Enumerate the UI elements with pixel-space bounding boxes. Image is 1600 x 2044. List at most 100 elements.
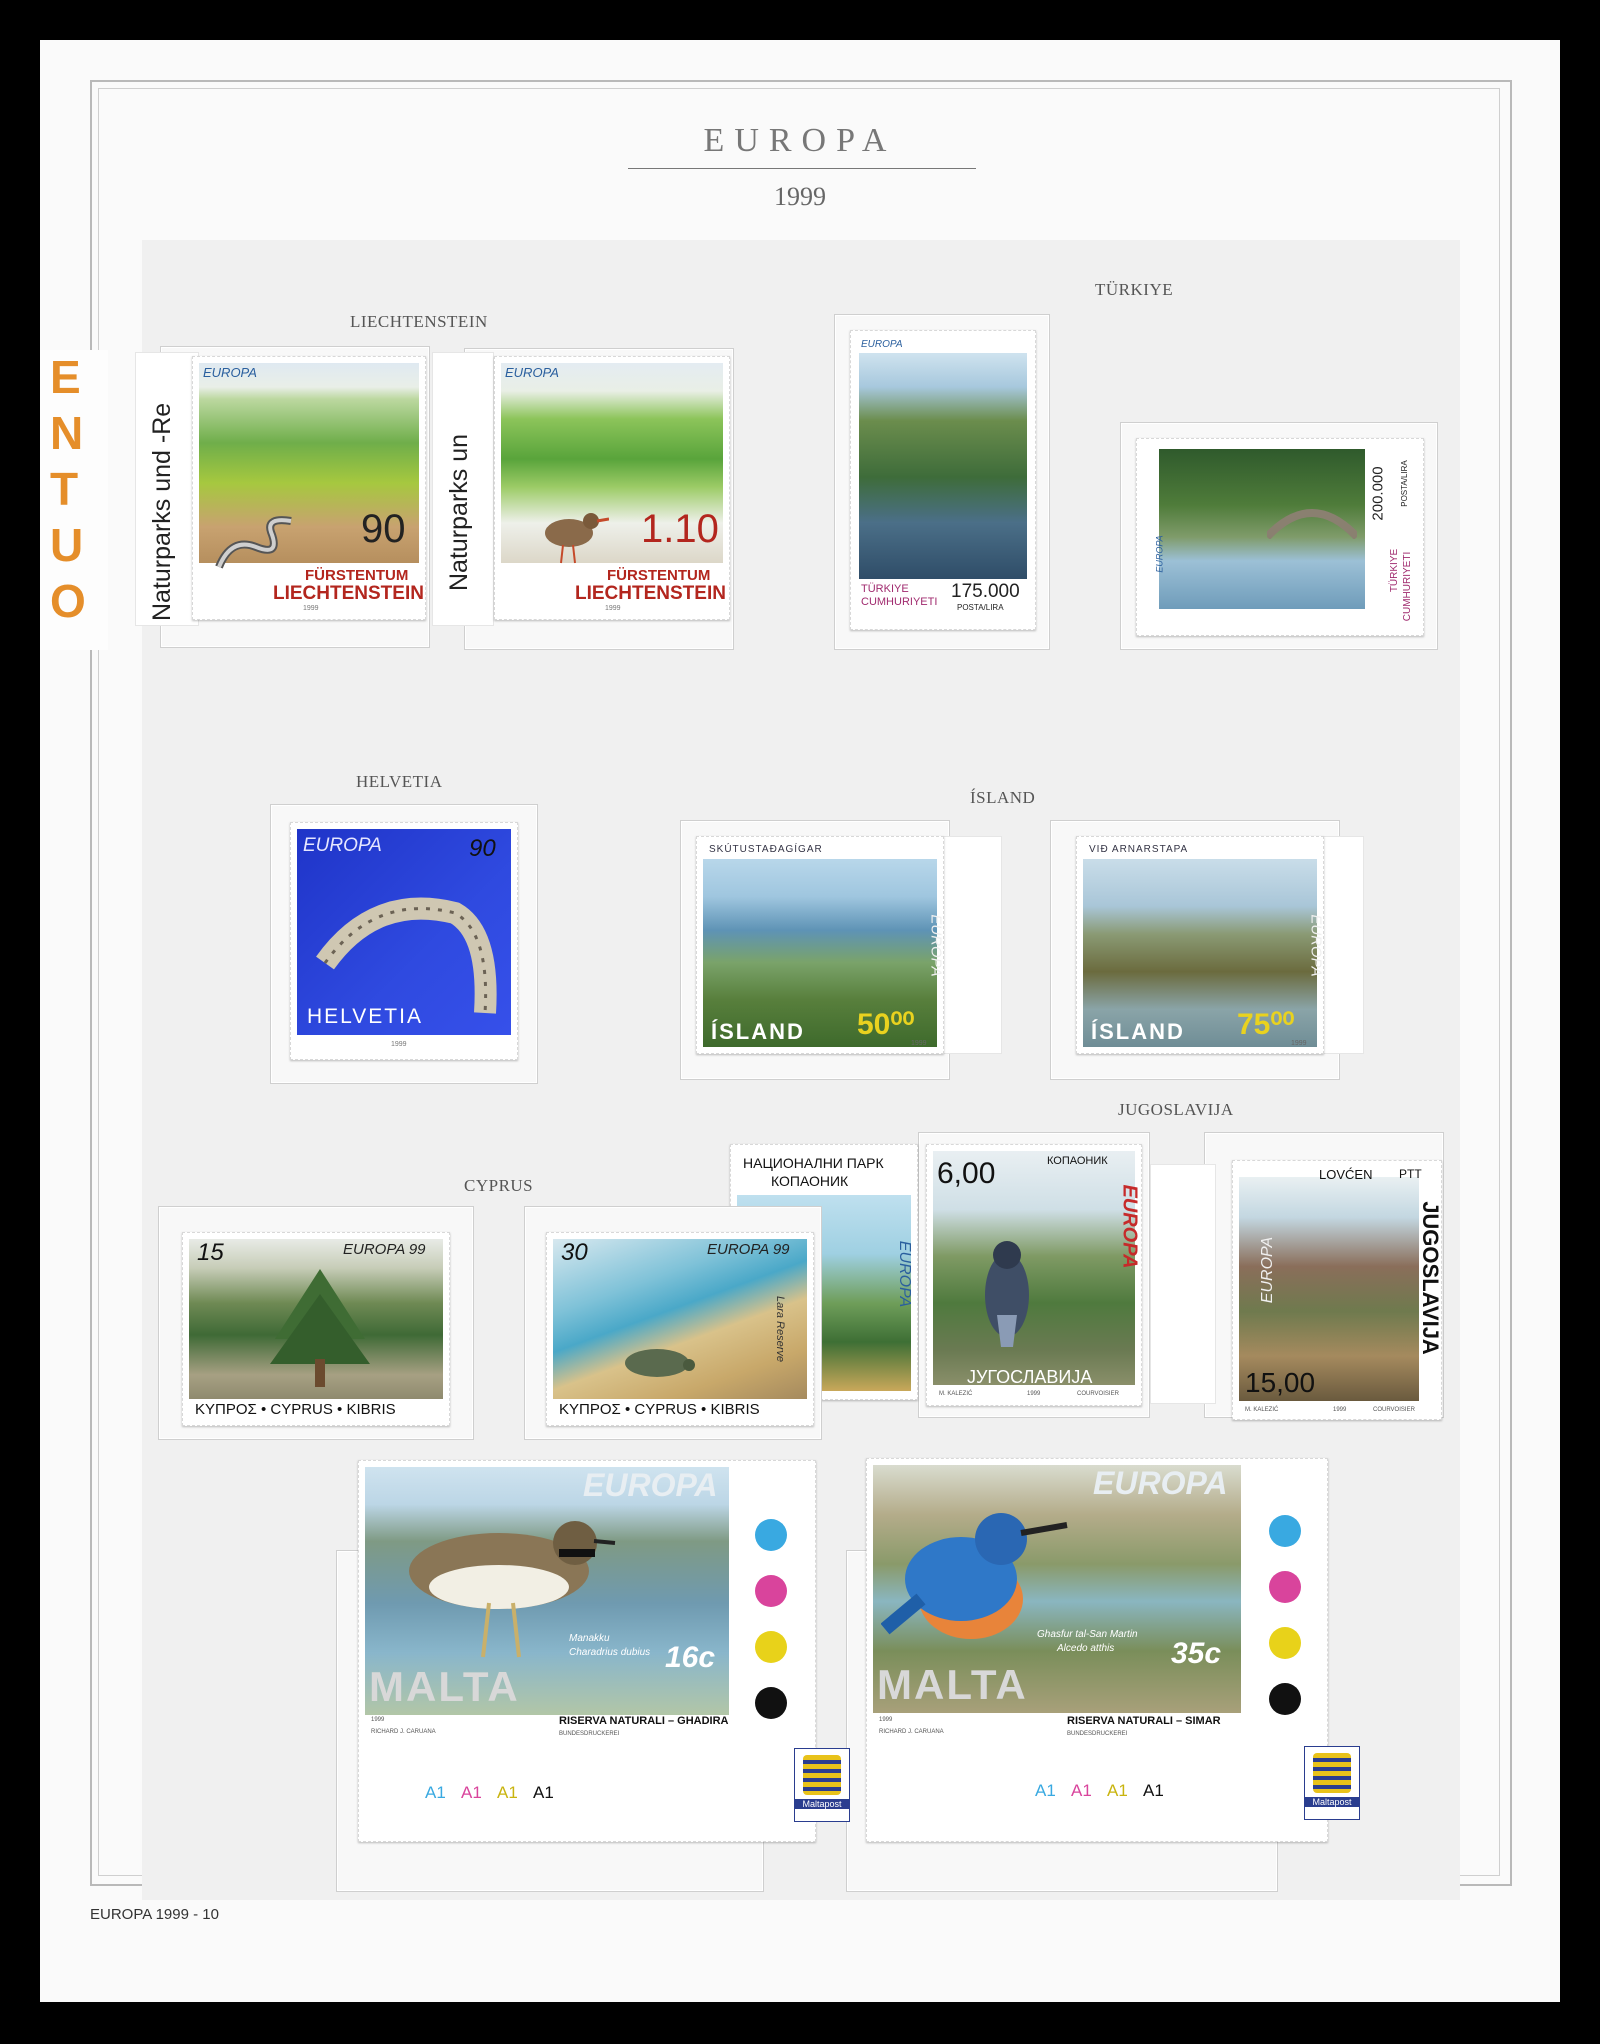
sheet-margin — [1150, 1164, 1216, 1404]
maltapost-logo-text: Maltapost — [1305, 1797, 1359, 1807]
stamp-title: КОПАОНИК — [1047, 1155, 1108, 1167]
maltapost-logo: Maltapost — [794, 1748, 850, 1822]
stamp-value: 30 — [561, 1239, 588, 1266]
plate-dot-magenta — [1269, 1571, 1301, 1603]
snake-illustration — [215, 516, 292, 569]
stamp-liechtenstein-110: EUROPA 1.10 FÜRSTENTUM LIECHTENSTEIN 199… — [494, 356, 730, 620]
plate-number-cyan: A1 — [1035, 1781, 1056, 1800]
kingfisher-illustration — [881, 1513, 1068, 1639]
stamp-country: ЈУГОСЛАВИЈА — [967, 1367, 1093, 1387]
strip-letter: N — [50, 407, 84, 459]
stamp-country: ΚΥΠΡΟΣ • CYPRUS • KIBRIS — [559, 1401, 760, 1418]
stamp-europa-label: EUROPA — [927, 914, 944, 977]
stamp-country-line1: FÜRSTENTUM — [305, 567, 409, 584]
sheet-margin — [940, 836, 1002, 1054]
stamp-year: 1999 — [879, 1717, 893, 1723]
stamp-value: 90 — [361, 507, 406, 551]
selvedge-strip: E N T U O — [40, 350, 108, 650]
plate-number-cyan: A1 — [425, 1783, 446, 1802]
bird-illustration — [545, 513, 609, 564]
stamp-designer: RICHARD J. CARUANA — [371, 1729, 436, 1735]
turtle-illustration — [625, 1349, 695, 1377]
stamp-printer: COURVOISIER — [1077, 1391, 1119, 1397]
stamp-year: 1999 — [371, 1717, 385, 1723]
stamp-country: ÍSLAND — [1091, 1019, 1185, 1044]
stamp-value: 15,00 — [1245, 1367, 1316, 1398]
stamp-artwork — [859, 353, 1027, 579]
stamp-country: MALTA — [877, 1661, 1028, 1708]
stamp-place-label: SKÚTUSTAÐAGÍGAR — [709, 844, 823, 855]
stamp-reserve-label: Lara Reserve — [774, 1295, 787, 1363]
stamp-species-maltese: Manakku — [569, 1633, 610, 1644]
stamp-title: НАЦИОНАЛНИ ПАРК — [743, 1155, 884, 1171]
stamp-country-line2: CUMHURIYETI — [1402, 551, 1414, 622]
stamp-subtitle: КОПАОНИК — [771, 1173, 849, 1189]
stamp-europa-label: EUROPA 99 — [343, 1241, 426, 1258]
plate-number-yellow: A1 — [497, 1783, 518, 1802]
stamp-place-label: VIÐ ARNARSTAPA — [1089, 844, 1189, 855]
stamp-malta-16c: EUROPA Manakku Charadrius dubius 16c MAL… — [358, 1460, 816, 1842]
stamp-designer: M. KALEZIĆ — [1245, 1407, 1279, 1413]
strip-letter: U — [50, 519, 84, 571]
stamp-country: ÍSLAND — [711, 1019, 805, 1044]
stamp-year: 1999 — [391, 1041, 407, 1048]
stamp-turkiye-200000: EUROPA 200.000 POSTA/LIRA TÜRKIYE CUMHUR… — [1136, 438, 1424, 636]
stamp-cyprus-15: 15 EUROPA 99 ΚΥΠΡΟΣ • CYPRUS • KIBRIS — [182, 1232, 450, 1426]
stamp-reserve-label: RISERVA NATURALI – SIMAR — [1067, 1715, 1221, 1727]
cedar-tree-illustration — [270, 1269, 370, 1387]
plate-dot-yellow — [1269, 1627, 1301, 1659]
stamp-value: 175.000 — [951, 581, 1020, 602]
stamp-country: JUGOSLAVIJA — [1417, 1201, 1442, 1355]
stamp-species-latin: Charadrius dubius — [569, 1647, 651, 1658]
page-footer: EUROPA 1999 - 10 — [90, 1906, 219, 1923]
stamp-country: MALTA — [369, 1663, 520, 1710]
stamp-species-maltese: Ghasfur tal-San Martin — [1037, 1629, 1138, 1640]
stamp-europa-label: EUROPA — [505, 365, 559, 380]
stamp-printer: BUNDESDRUCKEREI — [1067, 1731, 1128, 1737]
plate-dot-black — [1269, 1683, 1301, 1715]
stamp-country-line1: TÜRKIYE — [1389, 548, 1401, 593]
country-label-turkiye: TÜRKIYE — [1095, 280, 1174, 299]
strip-letter: T — [50, 463, 79, 515]
stamp-year: 1999 — [1333, 1407, 1347, 1413]
sheet-margin-text: Naturparks und -Re — [148, 402, 176, 621]
plate-dot-black — [755, 1687, 787, 1719]
maltapost-logo-text: Maltapost — [795, 1799, 849, 1809]
stamp-printer: COURVOISIER — [1373, 1407, 1415, 1413]
stamp-europa-label: EUROPA — [203, 365, 257, 380]
stamp-species-latin: Alcedo atthis — [1057, 1643, 1115, 1654]
country-label-liechtenstein: LIECHTENSTEIN — [350, 312, 488, 331]
country-label-helvetia: HELVETIA — [356, 772, 443, 791]
plate-number-black: A1 — [1143, 1781, 1164, 1800]
stamp-europa-label: EUROPA — [1093, 1465, 1228, 1501]
plate-number-black: A1 — [533, 1783, 554, 1802]
stamp-europa-label: EUROPA — [896, 1240, 914, 1308]
stamp-year: 1999 — [1291, 1040, 1307, 1047]
stamp-island-75: VIÐ ARNARSTAPA EUROPA ÍSLAND 75⁰⁰ 1999 — [1076, 836, 1324, 1054]
country-label-jugoslavija: JUGOSLAVIJA — [1118, 1100, 1234, 1119]
stamp-value-unit: POSTA/LIRA — [1399, 460, 1409, 507]
title-rule — [628, 168, 976, 169]
maltapost-logo: Maltapost — [1304, 1746, 1360, 1820]
plate-number-magenta: A1 — [461, 1783, 482, 1802]
plate-dot-magenta — [755, 1575, 787, 1607]
strip-letter: O — [50, 575, 86, 627]
stamp-europa-label: EUROPA — [861, 339, 903, 350]
page-title: EUROPA — [703, 122, 897, 159]
stamp-value: 50⁰⁰ — [857, 1008, 915, 1041]
stamp-europa-label: EUROPA 99 — [707, 1241, 790, 1258]
stamp-value: 35c — [1171, 1637, 1222, 1670]
stamp-value: 15 — [197, 1239, 224, 1266]
stamp-country: ΚΥΠΡΟΣ • CYPRUS • KIBRIS — [195, 1401, 396, 1418]
stamp-europa-label: EUROPA — [583, 1467, 718, 1503]
stamp-value: 1.10 — [641, 507, 719, 551]
plate-dot-yellow — [755, 1631, 787, 1663]
stamp-europa-label: EUROPA — [1118, 1184, 1141, 1269]
stamp-helvetia-90: EUROPA 90 HELVETIA 1999 — [290, 822, 518, 1060]
stamp-cyprus-30: 30 EUROPA 99 Lara Reserve ΚΥΠΡΟΣ • CYPRU… — [546, 1232, 814, 1426]
stamp-jugoslavija-600: 6,00 КОПАОНИК EUROPA ЈУГОСЛАВИЈА M. KALE… — [926, 1144, 1142, 1406]
strip-letter: E — [50, 351, 81, 403]
stamp-country-line2: LIECHTENSTEIN — [575, 583, 726, 604]
stamp-turkiye-175000: EUROPA TÜRKIYE CUMHURIYETI 175.000 POSTA… — [850, 330, 1036, 630]
stamp-europa-label: EUROPA — [303, 835, 382, 856]
